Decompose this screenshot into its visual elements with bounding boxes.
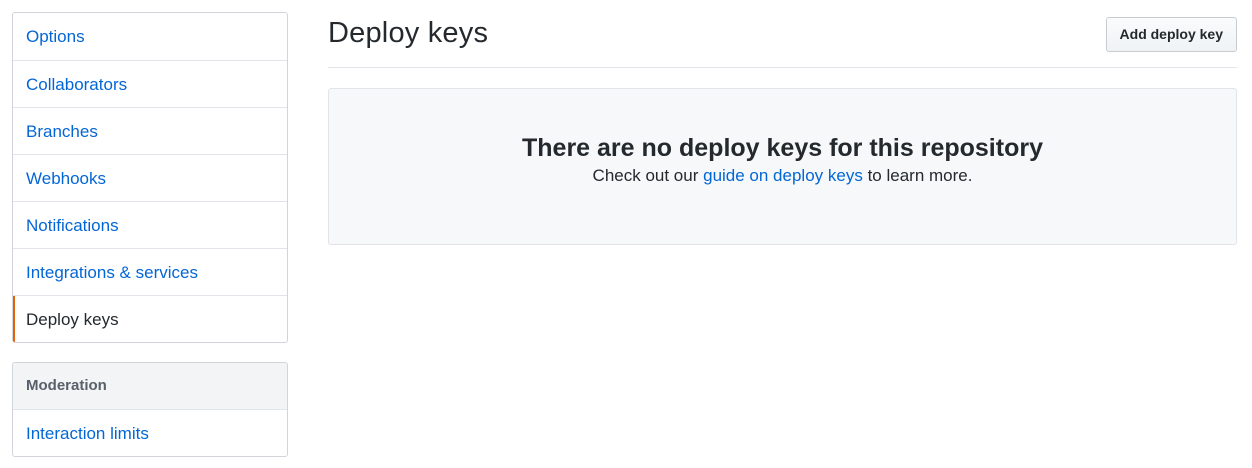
page-title: Deploy keys xyxy=(328,17,489,49)
empty-state-title: There are no deploy keys for this reposi… xyxy=(522,134,1043,162)
sidebar-item-integrations-services[interactable]: Integrations & services xyxy=(13,248,287,295)
empty-state-text: Check out our guide on deploy keys to le… xyxy=(329,165,1236,187)
settings-sidebar: Options Collaborators Branches Webhooks … xyxy=(12,12,288,457)
sidebar-item-branches[interactable]: Branches xyxy=(13,107,287,154)
sidebar-item-interaction-limits[interactable]: Interaction limits xyxy=(13,409,287,456)
sidebar-item-notifications[interactable]: Notifications xyxy=(13,201,287,248)
empty-state-text-before: Check out our xyxy=(592,166,704,185)
moderation-heading: Moderation xyxy=(13,363,287,409)
sidebar-item-webhooks[interactable]: Webhooks xyxy=(13,154,287,201)
sidebar-item-deploy-keys[interactable]: Deploy keys xyxy=(13,295,287,342)
empty-state: There are no deploy keys for this reposi… xyxy=(328,88,1237,245)
deploy-keys-guide-link[interactable]: guide on deploy keys xyxy=(703,166,863,185)
moderation-menu: Moderation Interaction limits xyxy=(12,362,288,457)
subhead: Deploy keys Add deploy key xyxy=(328,12,1237,68)
empty-state-text-after: to learn more. xyxy=(862,166,973,185)
main-content: Deploy keys Add deploy key There are no … xyxy=(328,12,1237,245)
add-deploy-key-button[interactable]: Add deploy key xyxy=(1105,17,1237,52)
sidebar-item-collaborators[interactable]: Collaborators xyxy=(13,60,287,107)
settings-menu: Options Collaborators Branches Webhooks … xyxy=(12,12,288,343)
sidebar-item-options[interactable]: Options xyxy=(13,13,287,60)
